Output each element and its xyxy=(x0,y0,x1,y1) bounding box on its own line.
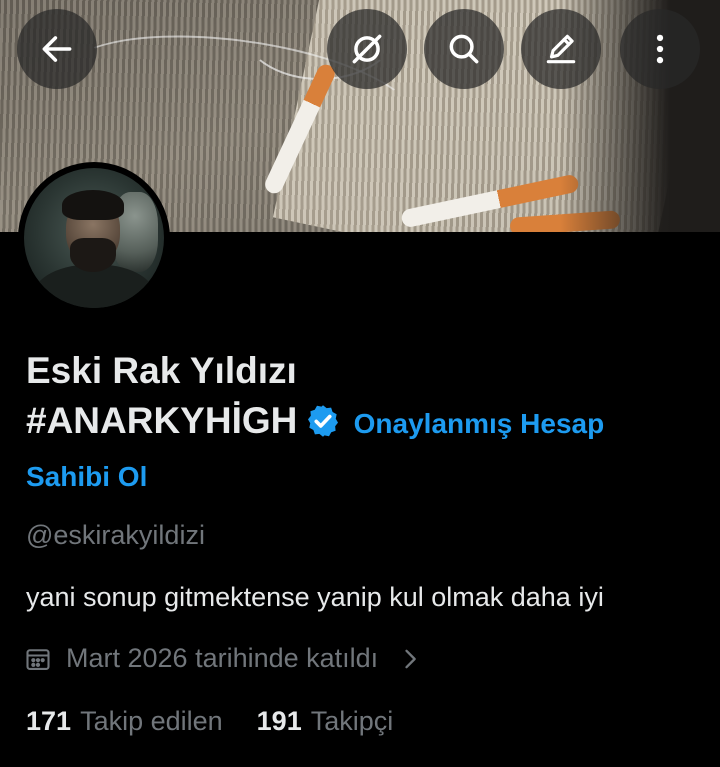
arrow-left-icon xyxy=(42,36,72,62)
edit-profile-button[interactable] xyxy=(521,9,601,89)
avatar-hair xyxy=(62,190,124,220)
calendar-icon xyxy=(26,648,50,670)
more-vertical-icon xyxy=(656,34,664,64)
verified-badge-icon[interactable] xyxy=(305,403,341,439)
edit-pencil-icon xyxy=(546,34,576,64)
more-options-button[interactable] xyxy=(620,9,700,89)
search-button[interactable] xyxy=(424,9,504,89)
grok-icon xyxy=(352,34,382,64)
avatar-beard xyxy=(70,238,116,272)
followers-label: Takipçi xyxy=(310,706,394,736)
joined-date-text: Mart 2026 tarihinde katıldı xyxy=(66,643,379,673)
get-verified-text-line1: Onaylanmış Hesap xyxy=(353,408,605,439)
display-name-line1: Eski Rak Yıldızı xyxy=(26,350,297,391)
display-name: Eski Rak Yıldızı #ANARKYHİGH Onaylanmış … xyxy=(26,346,706,502)
joined-date-row[interactable]: Mart 2026 tarihinde katıldı xyxy=(24,643,424,674)
search-icon xyxy=(449,34,479,64)
back-button[interactable] xyxy=(17,9,97,89)
grok-button[interactable] xyxy=(327,9,407,89)
get-verified-text-line2: Sahibi Ol xyxy=(26,461,148,492)
followers-link[interactable]: 191 Takipçi xyxy=(257,706,394,737)
profile-bio: yani sonup gitmektense yanip kul olmak d… xyxy=(26,582,604,612)
username-handle: @eskirakyildizi xyxy=(26,520,205,550)
follow-stats: 171 Takip edilen 191 Takipçi xyxy=(26,706,393,737)
followers-count: 191 xyxy=(256,706,302,736)
following-label: Takip edilen xyxy=(80,706,223,736)
following-count: 171 xyxy=(26,706,72,736)
chevron-right-icon xyxy=(405,649,417,668)
following-link[interactable]: 171 Takip edilen xyxy=(26,706,223,737)
display-name-line2: #ANARKYHİGH xyxy=(26,400,298,441)
avatar-image xyxy=(24,168,164,308)
avatar[interactable] xyxy=(18,162,170,314)
